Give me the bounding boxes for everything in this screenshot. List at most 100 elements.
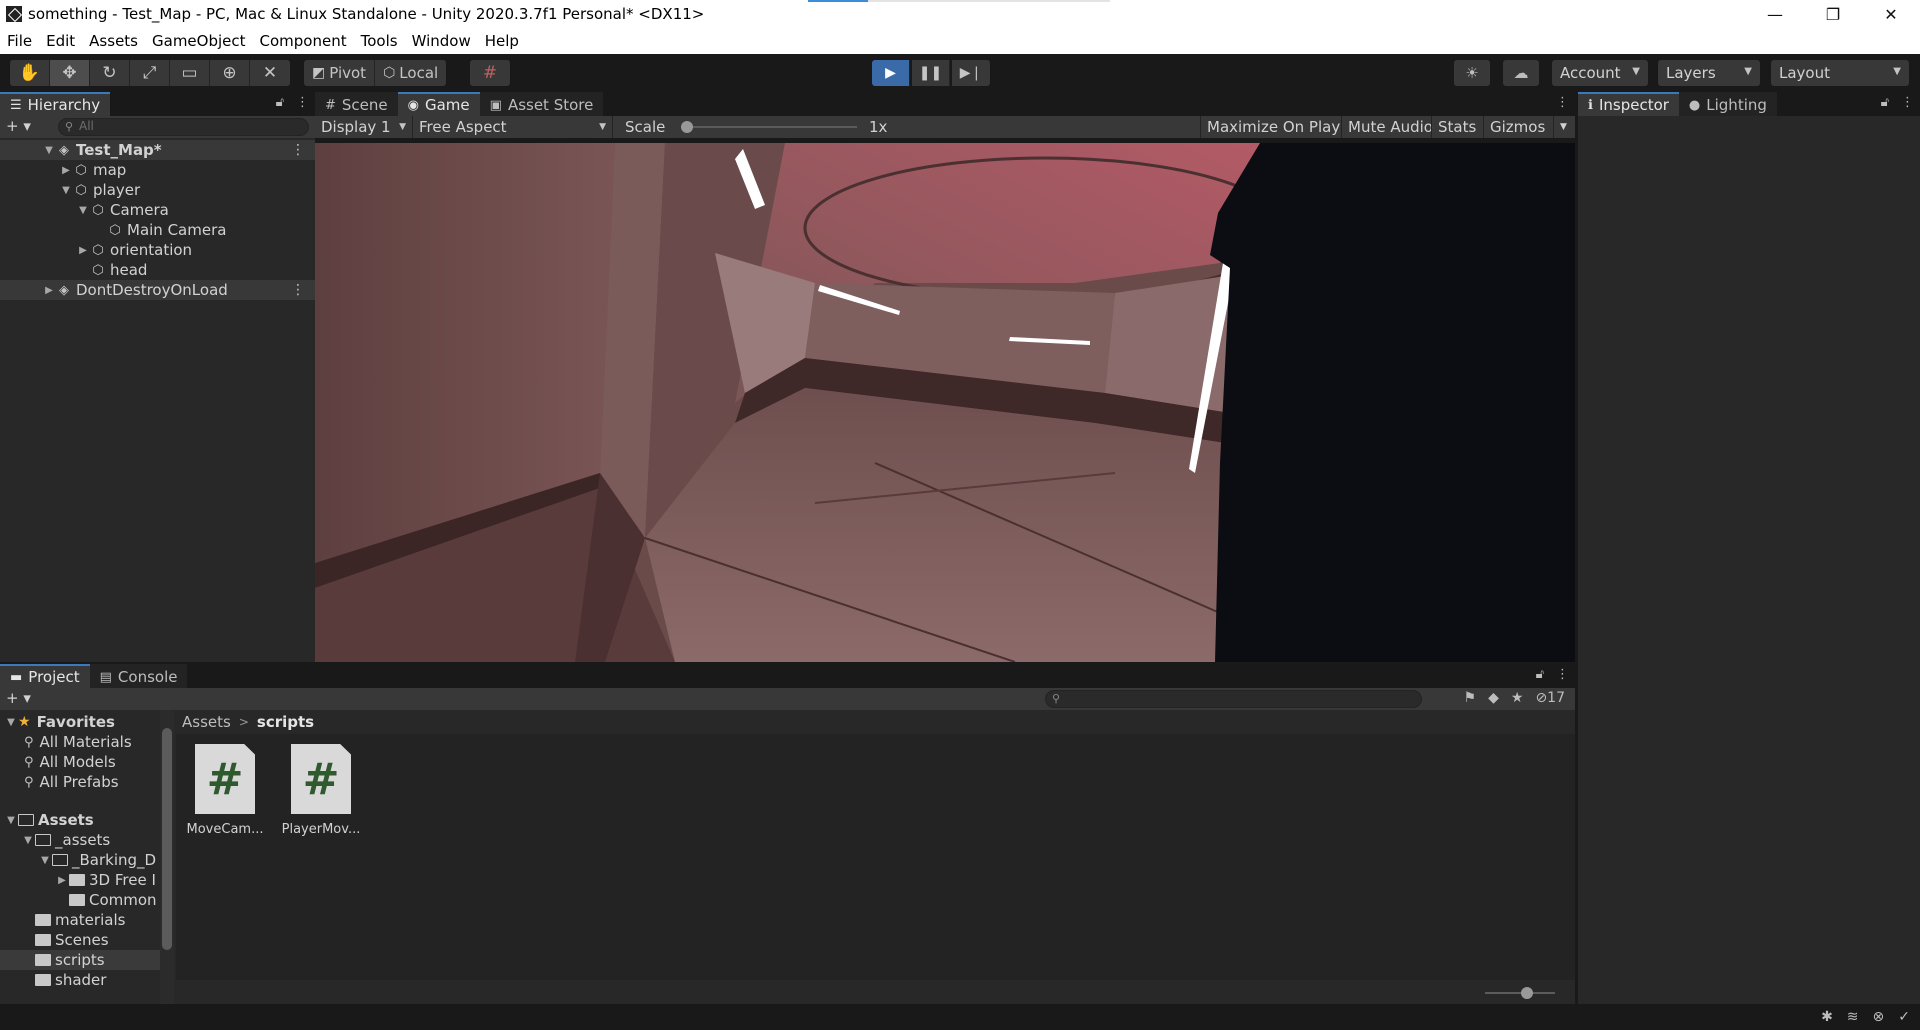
progress-check-icon[interactable]: ✓ bbox=[1898, 1009, 1910, 1025]
scene-menu-icon[interactable]: ⋮ bbox=[291, 282, 305, 298]
tab-console[interactable]: ▤ Console bbox=[89, 664, 188, 688]
scale-slider-knob[interactable] bbox=[681, 121, 693, 133]
hierarchy-scene-row[interactable]: ▼ ◈ Test_Map* ⋮ bbox=[0, 140, 315, 160]
folder-item[interactable]: ▶ 3D Free I bbox=[0, 870, 160, 890]
hierarchy-item[interactable]: ▶ ⬡ map bbox=[0, 160, 315, 180]
add-object-button[interactable]: + ▾ bbox=[6, 117, 31, 135]
folder-item[interactable]: ▼ _Barking_D bbox=[0, 850, 160, 870]
layers-dropdown[interactable]: Layers ▼ bbox=[1658, 60, 1760, 86]
rotate-tool-icon[interactable]: ↻ bbox=[90, 60, 130, 86]
expand-arrow-right-icon[interactable]: ▶ bbox=[55, 875, 69, 886]
gizmos-button[interactable]: Gizmos bbox=[1483, 116, 1551, 138]
folder-item[interactable]: Scenes bbox=[0, 930, 160, 950]
scale-tool-icon[interactable]: ⤢ bbox=[130, 60, 170, 86]
bug-icon[interactable]: ✱ bbox=[1821, 1009, 1833, 1025]
move-tool-icon[interactable]: ✥ bbox=[50, 60, 90, 86]
tab-project[interactable]: ▬ Project bbox=[0, 664, 90, 688]
lock-icon[interactable]: 🔓︎ bbox=[276, 95, 284, 110]
more-options-icon[interactable]: ⋮ bbox=[1556, 667, 1569, 682]
folder-item[interactable]: Common bbox=[0, 890, 160, 910]
tab-hierarchy[interactable]: ☰ Hierarchy bbox=[0, 92, 111, 116]
expand-arrow-down-icon[interactable]: ▼ bbox=[21, 835, 35, 846]
hand-tool-icon[interactable]: ✋ bbox=[10, 60, 50, 86]
play-button[interactable]: ▶ bbox=[872, 60, 910, 86]
folder-item[interactable]: materials bbox=[0, 910, 160, 930]
display-dropdown[interactable]: Display 1 ▼ bbox=[315, 116, 413, 138]
close-button[interactable]: ✕ bbox=[1862, 0, 1920, 28]
tab-inspector[interactable]: ℹ Inspector bbox=[1578, 92, 1679, 116]
favorite-star-icon[interactable]: ★ bbox=[1511, 690, 1524, 706]
hierarchy-item[interactable]: ⬡ head bbox=[0, 260, 315, 280]
filter-by-label-icon[interactable]: ◆ bbox=[1488, 690, 1499, 706]
menu-edit[interactable]: Edit bbox=[39, 32, 82, 50]
hierarchy-item[interactable]: ⬡ Main Camera bbox=[0, 220, 315, 240]
pause-button[interactable]: ❚❚ bbox=[912, 60, 950, 86]
custom-tool-icon[interactable]: ✕ bbox=[250, 60, 290, 86]
step-button[interactable]: ▶❘ bbox=[952, 60, 990, 86]
menu-gameobject[interactable]: GameObject bbox=[145, 32, 253, 50]
menu-tools[interactable]: Tools bbox=[354, 32, 405, 50]
lock-icon[interactable]: 🔓︎ bbox=[1536, 667, 1544, 682]
filter-by-type-icon[interactable]: ⚑ bbox=[1464, 690, 1477, 706]
hierarchy-item[interactable]: ▼ ⬡ player bbox=[0, 180, 315, 200]
assets-root-folder[interactable]: ▼ Assets bbox=[0, 810, 160, 830]
menu-help[interactable]: Help bbox=[478, 32, 526, 50]
folder-item[interactable]: scripts bbox=[0, 950, 160, 970]
expand-arrow-down-icon[interactable]: ▼ bbox=[38, 855, 52, 866]
tab-asset-store[interactable]: ▣ Asset Store bbox=[479, 92, 604, 116]
tab-lighting[interactable]: ● Lighting bbox=[1678, 92, 1777, 116]
menu-window[interactable]: Window bbox=[405, 32, 478, 50]
breadcrumb-assets[interactable]: Assets bbox=[182, 713, 231, 731]
local-toggle[interactable]: ⬡ Local bbox=[375, 60, 446, 86]
expand-arrow-right-icon[interactable]: ▶ bbox=[42, 285, 56, 296]
expand-arrow-down-icon[interactable]: ▼ bbox=[42, 145, 56, 156]
folder-item[interactable]: ▼ _assets bbox=[0, 830, 160, 850]
mute-audio-button[interactable]: Mute Audio bbox=[1341, 116, 1439, 138]
hierarchy-scene-row[interactable]: ▶ ◈ DontDestroyOnLoad ⋮ bbox=[0, 280, 315, 300]
aspect-dropdown[interactable]: Free Aspect ▼ bbox=[413, 116, 613, 138]
rect-tool-icon[interactable]: ▭ bbox=[170, 60, 210, 86]
expand-arrow-down-icon[interactable]: ▼ bbox=[4, 815, 18, 826]
hierarchy-item[interactable]: ▼ ⬡ Camera bbox=[0, 200, 315, 220]
menu-assets[interactable]: Assets bbox=[82, 32, 145, 50]
favorite-item[interactable]: ⚲ All Materials bbox=[0, 732, 160, 752]
asset-file-playermov[interactable]: # PlayerMov... bbox=[276, 744, 366, 837]
folder-item[interactable]: shader bbox=[0, 970, 160, 990]
breadcrumb-scripts[interactable]: scripts bbox=[257, 713, 314, 731]
favorites-header[interactable]: ▼ ★ Favorites bbox=[0, 712, 160, 732]
hierarchy-search-input[interactable]: ⚲ All bbox=[58, 118, 309, 136]
create-asset-button[interactable]: + ▾ bbox=[6, 689, 31, 707]
gizmos-chevron-down-icon[interactable]: ▼ bbox=[1553, 116, 1573, 138]
scene-menu-icon[interactable]: ⋮ bbox=[291, 142, 305, 158]
layers-stack-icon[interactable]: ≋ bbox=[1847, 1009, 1859, 1025]
layout-dropdown[interactable]: Layout ▼ bbox=[1771, 60, 1909, 86]
expand-arrow-right-icon[interactable]: ▶ bbox=[76, 245, 90, 256]
tab-scene[interactable]: # Scene bbox=[315, 92, 398, 116]
cloud-icon[interactable]: ☁ bbox=[1503, 60, 1539, 86]
more-options-icon[interactable]: ⋮ bbox=[1901, 95, 1914, 110]
asset-file-movecam[interactable]: # MoveCam... bbox=[180, 744, 270, 837]
lock-icon[interactable]: 🔓︎ bbox=[1881, 95, 1889, 110]
expand-arrow-down-icon[interactable]: ▼ bbox=[4, 717, 18, 728]
favorite-item[interactable]: ⚲ All Prefabs bbox=[0, 772, 160, 792]
game-viewport[interactable] bbox=[315, 143, 1575, 662]
maximize-button[interactable]: ❐ bbox=[1804, 0, 1862, 28]
tree-scrollbar-thumb[interactable] bbox=[162, 728, 172, 950]
scale-slider[interactable] bbox=[681, 121, 857, 133]
transform-tool-icon[interactable]: ⊕ bbox=[210, 60, 250, 86]
tab-game[interactable]: ◉ Game bbox=[397, 92, 480, 116]
expand-arrow-down-icon[interactable]: ▼ bbox=[59, 185, 73, 196]
network-icon[interactable]: ⊗ bbox=[1873, 1009, 1885, 1025]
hierarchy-item[interactable]: ▶ ⬡ orientation bbox=[0, 240, 315, 260]
expand-arrow-right-icon[interactable]: ▶ bbox=[59, 165, 73, 176]
minimize-button[interactable]: — bbox=[1746, 0, 1804, 28]
tree-scrollbar[interactable] bbox=[160, 710, 174, 1004]
hidden-packages-toggle[interactable]: ⊘17 bbox=[1535, 690, 1565, 706]
favorite-item[interactable]: ⚲ All Models bbox=[0, 752, 160, 772]
collab-sun-icon[interactable]: ☀ bbox=[1454, 60, 1490, 86]
menu-component[interactable]: Component bbox=[253, 32, 354, 50]
icon-size-slider-knob[interactable] bbox=[1521, 987, 1533, 999]
pivot-toggle[interactable]: ◩ Pivot bbox=[304, 60, 376, 86]
maximize-on-play-button[interactable]: Maximize On Play bbox=[1200, 116, 1346, 138]
stats-button[interactable]: Stats bbox=[1431, 116, 1482, 138]
